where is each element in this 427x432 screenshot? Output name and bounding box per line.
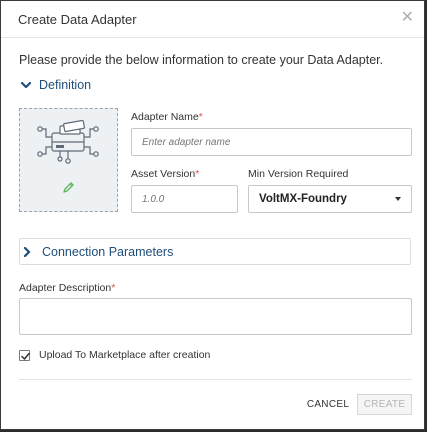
footer-divider <box>19 379 412 380</box>
intro-text: Please provide the below information to … <box>19 53 384 67</box>
asset-version-label-text: Asset Version <box>131 168 196 180</box>
connection-parameters-toggle[interactable]: Connection Parameters <box>19 238 411 265</box>
asset-version-label: Asset Version* <box>131 168 199 180</box>
required-mark: * <box>198 111 203 123</box>
definition-section-label: Definition <box>39 78 92 92</box>
chevron-right-icon <box>23 246 31 257</box>
close-icon[interactable]: ✕ <box>401 10 414 26</box>
adapter-icon-upload[interactable] <box>19 108 118 212</box>
create-button[interactable]: CREATE <box>357 394 412 415</box>
required-mark: * <box>111 282 116 294</box>
dialog-title: Create Data Adapter <box>18 12 137 27</box>
min-version-select[interactable]: VoltMX-Foundry <box>248 185 412 213</box>
adapter-name-input[interactable] <box>131 128 412 156</box>
upload-marketplace-option[interactable]: Upload To Marketplace after creation <box>19 349 210 361</box>
adapter-name-label: Adapter Name* <box>131 111 203 123</box>
adapter-icon <box>37 119 99 164</box>
min-version-label: Min Version Required <box>248 168 349 180</box>
upload-marketplace-label: Upload To Marketplace after creation <box>39 349 211 361</box>
cancel-button[interactable]: CANCEL <box>303 393 353 415</box>
create-data-adapter-dialog: Create Data Adapter ✕ Please provide the… <box>0 0 425 430</box>
asset-version-input[interactable] <box>131 185 238 213</box>
checkmark-icon <box>21 352 30 360</box>
required-mark: * <box>195 168 200 180</box>
definition-section-toggle[interactable]: Definition <box>19 78 91 92</box>
chevron-down-icon <box>20 81 32 89</box>
adapter-description-input[interactable] <box>19 298 412 335</box>
connection-parameters-label: Connection Parameters <box>42 244 174 259</box>
pencil-icon[interactable] <box>61 181 75 195</box>
adapter-name-label-text: Adapter Name <box>131 111 199 123</box>
adapter-description-label-text: Adapter Description <box>19 282 112 294</box>
upload-marketplace-checkbox[interactable] <box>19 349 30 361</box>
dialog-header: Create Data Adapter ✕ <box>1 1 424 38</box>
caret-down-icon <box>395 197 401 201</box>
adapter-description-label: Adapter Description* <box>19 282 115 294</box>
min-version-selected: VoltMX-Foundry <box>259 193 347 205</box>
